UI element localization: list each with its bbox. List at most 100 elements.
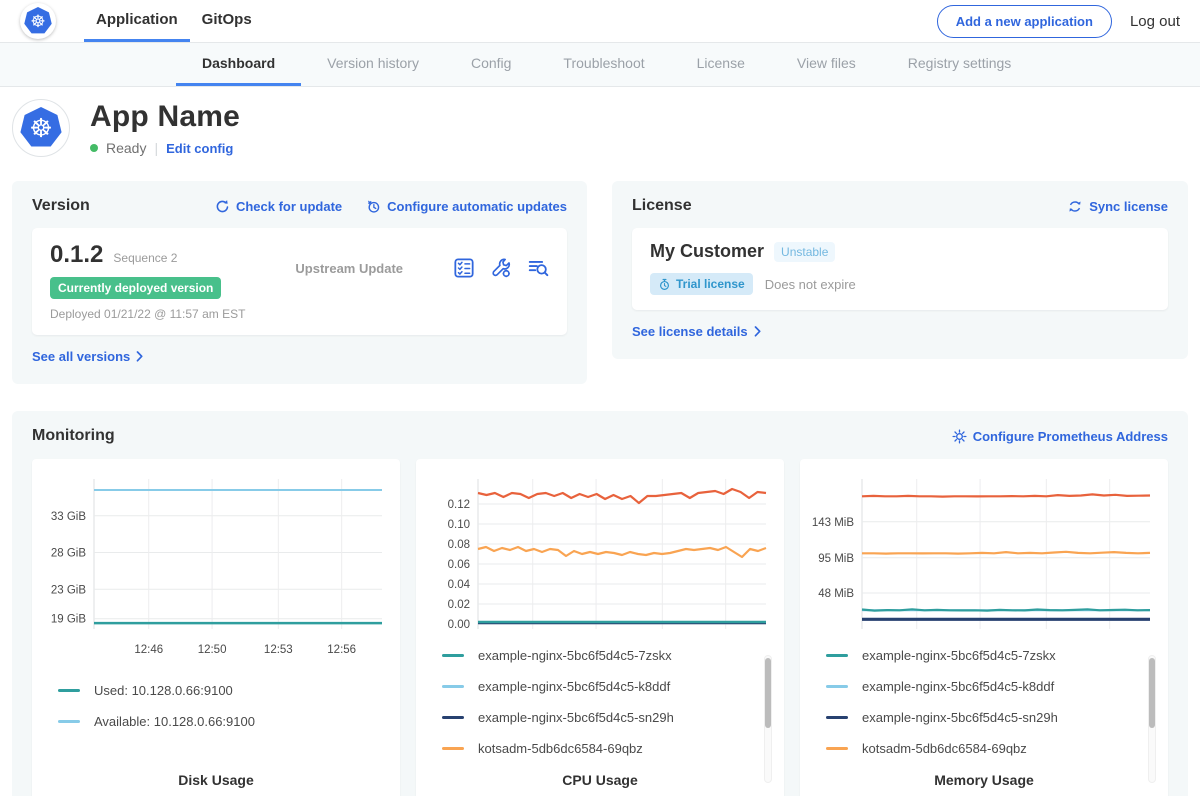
configure-automatic-updates-link[interactable]: Configure automatic updates	[366, 199, 567, 214]
version-card: Version Check for update Configure autom…	[12, 181, 587, 384]
kubernetes-logo-icon: ☸	[20, 3, 56, 39]
tab-view-files[interactable]: View files	[771, 43, 882, 86]
kots-logo: ☸	[20, 0, 56, 42]
edit-config-link[interactable]: Edit config	[166, 141, 233, 156]
monitoring-section: Monitoring Configure Prometheus Address …	[12, 411, 1188, 796]
svg-text:0.08: 0.08	[448, 539, 470, 551]
logout-button[interactable]: Log out	[1130, 13, 1180, 30]
legend-dash-icon	[58, 720, 80, 723]
legend-item: example-nginx-5bc6f5d4c5-7zskx	[826, 648, 1156, 663]
legend-item: example-nginx-5bc6f5d4c5-k8ddf	[826, 679, 1156, 694]
sync-license-link[interactable]: Sync license	[1067, 199, 1168, 214]
scrollbar-thumb[interactable]	[765, 658, 771, 728]
svg-text:19 GiB: 19 GiB	[51, 614, 86, 626]
chart-title: CPU Usage	[428, 772, 772, 792]
gear-icon	[952, 429, 967, 444]
disk-usage-legend: Used: 10.128.0.66:9100Available: 10.128.…	[44, 683, 388, 745]
add-new-application-button[interactable]: Add a new application	[937, 5, 1112, 38]
svg-text:0.12: 0.12	[448, 499, 470, 511]
memory-usage-chart: 48 MiB95 MiB143 MiB12:4612:5012:5312:56	[812, 471, 1156, 632]
version-card-title: Version	[32, 197, 90, 215]
version-source-label: Upstream Update	[245, 261, 453, 276]
legend-label: example-nginx-5bc6f5d4c5-sn29h	[478, 710, 674, 725]
legend-dash-icon	[826, 716, 848, 719]
svg-text:33 GiB: 33 GiB	[51, 511, 86, 523]
refresh-icon	[215, 199, 230, 214]
svg-text:12:46: 12:46	[134, 644, 163, 656]
legend-dash-icon	[58, 689, 80, 692]
channel-badge: Unstable	[774, 242, 835, 262]
legend-label: example-nginx-5bc6f5d4c5-sn29h	[862, 710, 1058, 725]
clock-refresh-icon	[366, 199, 381, 214]
configure-prometheus-link[interactable]: Configure Prometheus Address	[952, 429, 1168, 444]
tab-dashboard-label: Dashboard	[202, 55, 275, 71]
customer-name: My Customer	[650, 241, 764, 262]
svg-text:0.04: 0.04	[448, 579, 471, 591]
app-title: App Name	[90, 100, 240, 134]
legend-item: example-nginx-5bc6f5d4c5-k8ddf	[442, 679, 772, 694]
see-all-versions-link[interactable]: See all versions	[32, 349, 144, 364]
legend-dash-icon	[826, 685, 848, 688]
configure-automatic-updates-label: Configure automatic updates	[387, 199, 567, 214]
legend-dash-icon	[826, 654, 848, 657]
legend-label: kotsadm-5db6dc6584-69qbz	[478, 741, 643, 756]
legend-label: example-nginx-5bc6f5d4c5-k8ddf	[862, 679, 1054, 694]
chart-title: Disk Usage	[44, 772, 388, 792]
see-license-details-label: See license details	[632, 324, 748, 339]
tab-config[interactable]: Config	[445, 43, 537, 86]
legend-scrollbar[interactable]	[764, 655, 772, 783]
cpu-usage-legend: example-nginx-5bc6f5d4c5-7zskxexample-ng…	[428, 648, 772, 772]
scrollbar-thumb[interactable]	[1149, 658, 1155, 728]
legend-item: kotsadm-5db6dc6584-69qbz	[826, 741, 1156, 756]
legend-label: example-nginx-5bc6f5d4c5-7zskx	[862, 648, 1056, 663]
legend-dash-icon	[442, 685, 464, 688]
see-license-details-link[interactable]: See license details	[632, 324, 762, 339]
legend-label: example-nginx-5bc6f5d4c5-k8ddf	[478, 679, 670, 694]
release-notes-search-icon[interactable]	[527, 257, 549, 279]
tab-license[interactable]: License	[671, 43, 771, 86]
svg-text:12:56: 12:56	[327, 644, 356, 656]
app-header: ☸ App Name Ready | Edit config	[0, 87, 1200, 167]
chart-title: Memory Usage	[812, 772, 1156, 792]
cpu-usage-card: 0.000.020.040.060.080.100.1212:4612:5012…	[416, 459, 784, 796]
stopwatch-icon	[658, 278, 671, 291]
app-sub-nav: Dashboard Version history Config Trouble…	[0, 43, 1200, 87]
legend-item: kotsadm-5db6dc6584-69qbz	[442, 741, 772, 756]
legend-item: example-nginx-5bc6f5d4c5-sn29h	[826, 710, 1156, 725]
tab-dashboard[interactable]: Dashboard	[176, 43, 301, 86]
legend-dash-icon	[442, 654, 464, 657]
divider: |	[154, 140, 158, 156]
svg-text:28 GiB: 28 GiB	[51, 548, 86, 560]
topnav-tab-application-label: Application	[96, 11, 178, 28]
svg-text:12:53: 12:53	[264, 644, 293, 656]
deployed-timestamp: Deployed 01/21/22 @ 11:57 am EST	[50, 307, 245, 321]
topnav-tab-application[interactable]: Application	[84, 0, 190, 42]
svg-text:143 MiB: 143 MiB	[812, 517, 854, 529]
tab-view-files-label: View files	[797, 55, 856, 71]
version-sequence: Sequence 2	[113, 251, 177, 265]
version-number: 0.1.2	[50, 241, 103, 269]
see-all-versions-label: See all versions	[32, 349, 130, 364]
disk-usage-card: 19 GiB23 GiB28 GiB33 GiB12:4612:5012:531…	[32, 459, 400, 796]
memory-usage-card: 48 MiB95 MiB143 MiB12:4612:5012:5312:56 …	[800, 459, 1168, 796]
topnav-tab-gitops[interactable]: GitOps	[190, 0, 264, 42]
current-version-card: 0.1.2 Sequence 2 Currently deployed vers…	[32, 228, 567, 335]
svg-text:48 MiB: 48 MiB	[818, 588, 854, 600]
trial-license-label: Trial license	[676, 277, 745, 291]
svg-text:0.10: 0.10	[448, 519, 470, 531]
license-card-title: License	[632, 197, 692, 215]
svg-text:0.00: 0.00	[448, 619, 470, 631]
preflight-checks-icon[interactable]	[453, 257, 475, 279]
legend-scrollbar[interactable]	[1148, 655, 1156, 783]
app-avatar: ☸	[12, 99, 70, 157]
tab-registry-settings[interactable]: Registry settings	[882, 43, 1037, 86]
tab-version-history[interactable]: Version history	[301, 43, 445, 86]
ready-status-dot-icon	[90, 144, 98, 152]
license-expiry: Does not expire	[765, 277, 856, 292]
config-wrench-icon[interactable]	[490, 257, 512, 279]
check-for-update-link[interactable]: Check for update	[215, 199, 342, 214]
svg-text:95 MiB: 95 MiB	[818, 553, 854, 565]
topnav-tab-gitops-label: GitOps	[202, 11, 252, 28]
tab-troubleshoot[interactable]: Troubleshoot	[537, 43, 670, 86]
legend-dash-icon	[442, 747, 464, 750]
